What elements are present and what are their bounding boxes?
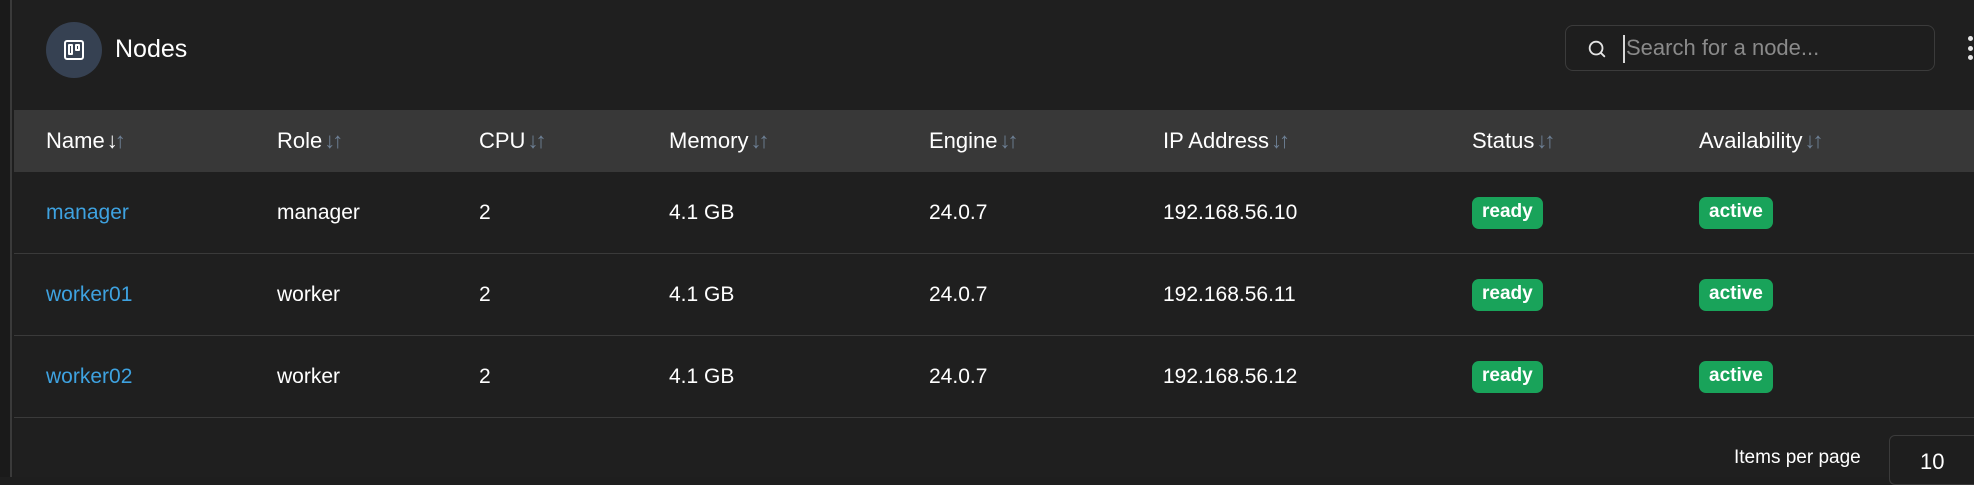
status-badge: ready (1472, 197, 1543, 229)
sort-icon: ↓↑ (527, 128, 546, 153)
items-per-page-value: 10 (1920, 449, 1945, 474)
table-header-row: Name ↓↑ Role ↓↑ CPU ↓↑ Memory ↓↑ Engine … (14, 110, 1974, 172)
cpu-cell: 2 (479, 201, 491, 224)
ip-address-cell: 192.168.56.12 (1163, 365, 1298, 388)
nodes-board-icon (46, 22, 102, 78)
cpu-cell: 2 (479, 365, 491, 388)
availability-cell: active (1699, 254, 1773, 336)
availability-badge: active (1699, 197, 1773, 229)
left-panel-edge (0, 0, 12, 477)
panel-header: Nodes (14, 0, 1974, 110)
column-header-label: Name (46, 128, 105, 153)
nodes-panel: Nodes Name ↓↑ Role ↓↑ CPU ↓↑ Memory (14, 0, 1974, 485)
column-header-cpu[interactable]: CPU ↓↑ (479, 110, 546, 172)
node-name-cell: worker01 (46, 254, 132, 336)
sort-icon: ↓↑ (1271, 128, 1290, 153)
ip-address-cell: 192.168.56.10 (1163, 201, 1298, 224)
status-badge: ready (1472, 361, 1543, 393)
sort-icon: ↓↑ (750, 128, 769, 153)
search-input[interactable] (1626, 30, 1926, 66)
role-cell: manager (277, 201, 360, 224)
node-name-link[interactable]: worker01 (46, 283, 132, 307)
page-title: Nodes (115, 35, 188, 63)
column-header-availability[interactable]: Availability ↓↑ (1699, 110, 1824, 172)
role-cell: worker (277, 365, 341, 388)
column-header-label: Memory (669, 128, 749, 153)
engine-cell: 24.0.7 (929, 283, 988, 306)
column-header-ip-address[interactable]: IP Address ↓↑ (1163, 110, 1290, 172)
memory-cell: 4.1 GB (669, 283, 735, 306)
availability-cell: active (1699, 336, 1773, 418)
availability-cell: active (1699, 172, 1773, 254)
status-cell: ready (1472, 254, 1543, 336)
table-row: worker02 worker 2 4.1 GB 24.0.7 192.168.… (14, 336, 1974, 418)
search-box[interactable] (1565, 25, 1935, 71)
availability-badge: active (1699, 279, 1773, 311)
engine-cell: 24.0.7 (929, 201, 988, 224)
sort-icon: ↓↑ (106, 128, 126, 153)
role-cell: worker (277, 283, 341, 306)
status-cell: ready (1472, 336, 1543, 418)
column-header-name[interactable]: Name ↓↑ (46, 110, 126, 172)
column-header-label: Status (1472, 128, 1535, 153)
node-name-cell: manager (46, 172, 129, 254)
node-name-link[interactable]: manager (46, 201, 129, 225)
engine-cell: 24.0.7 (929, 365, 988, 388)
memory-cell: 4.1 GB (669, 365, 735, 388)
ip-address-cell: 192.168.56.11 (1163, 283, 1296, 306)
column-header-memory[interactable]: Memory ↓↑ (669, 110, 769, 172)
status-badge: ready (1472, 279, 1543, 311)
more-options-icon[interactable] (1966, 36, 1974, 60)
sort-icon: ↓↑ (1536, 128, 1555, 153)
availability-badge: active (1699, 361, 1773, 393)
sort-icon: ↓↑ (1804, 128, 1824, 153)
items-per-page-select[interactable]: 10 (1889, 435, 1974, 485)
column-header-label: Engine (929, 128, 998, 153)
table-row: worker01 worker 2 4.1 GB 24.0.7 192.168.… (14, 254, 1974, 336)
cpu-cell: 2 (479, 283, 491, 306)
column-header-label: CPU (479, 128, 526, 153)
column-header-label: Availability (1699, 128, 1803, 153)
node-name-cell: worker02 (46, 336, 132, 418)
status-cell: ready (1472, 172, 1543, 254)
memory-cell: 4.1 GB (669, 201, 735, 224)
column-header-label: IP Address (1163, 128, 1269, 153)
sort-icon: ↓↑ (324, 128, 343, 153)
node-name-link[interactable]: worker02 (46, 365, 132, 389)
items-per-page-label: Items per page (1734, 447, 1861, 468)
column-header-status[interactable]: Status ↓↑ (1472, 110, 1555, 172)
sort-icon: ↓↑ (999, 128, 1019, 153)
table-row: manager manager 2 4.1 GB 24.0.7 192.168.… (14, 172, 1974, 254)
column-header-role[interactable]: Role ↓↑ (277, 110, 343, 172)
text-caret (1623, 35, 1625, 63)
column-header-label: Role (277, 128, 323, 153)
search-icon (1588, 40, 1606, 58)
column-header-engine[interactable]: Engine ↓↑ (929, 110, 1019, 172)
